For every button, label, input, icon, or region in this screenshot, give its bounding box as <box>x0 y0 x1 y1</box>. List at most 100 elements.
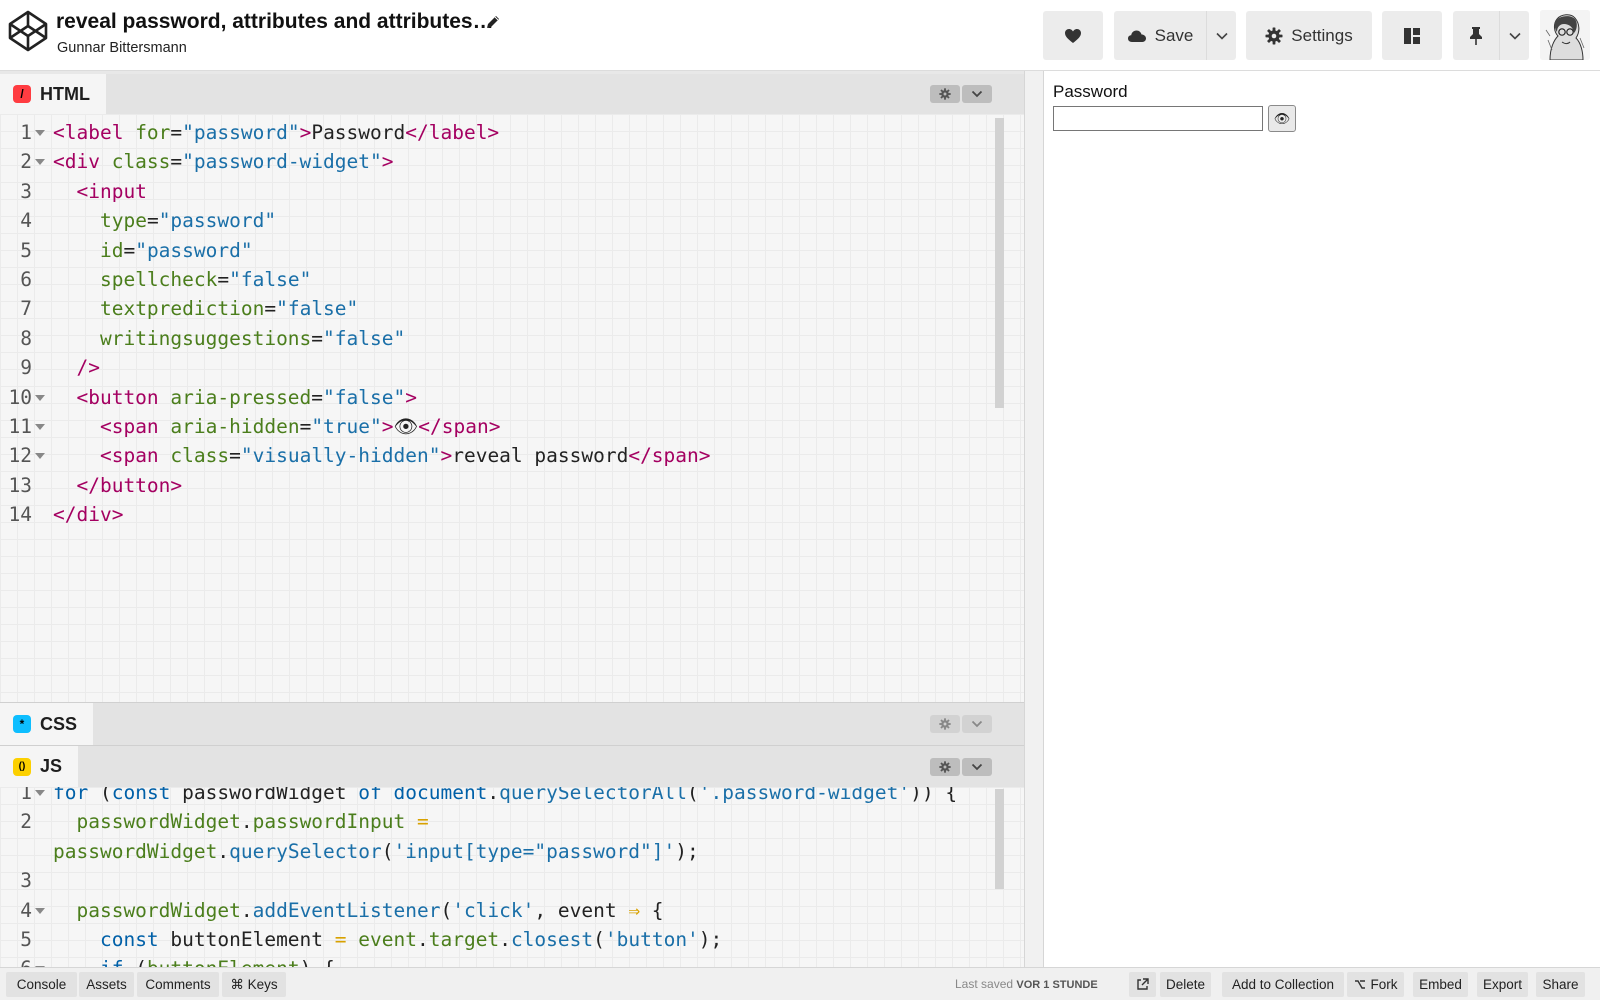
assets-button[interactable]: Assets <box>79 972 134 997</box>
code-line[interactable]: 1 <label for="password">Password</label> <box>0 118 1010 148</box>
pin-icon <box>1470 26 1482 45</box>
code-line[interactable]: 8 writingsuggestions="false" <box>0 324 1010 354</box>
eye-icon: 👁 <box>1273 111 1291 126</box>
fold-arrow-icon[interactable] <box>35 424 45 430</box>
code-line[interactable]: 12 <span class="visually-hidden">reveal … <box>0 441 1010 471</box>
code-token: . <box>240 810 253 834</box>
code-line[interactable]: passwordWidget.querySelector('input[type… <box>0 837 1010 867</box>
pen-author[interactable]: Gunnar Bittersmann <box>57 40 187 56</box>
code-line[interactable]: 5 const buttonElement = event.target.clo… <box>0 925 1010 955</box>
line-number: 10 <box>8 385 32 409</box>
add-to-collection-button[interactable]: Add to Collection <box>1222 972 1344 997</box>
fold-arrow-icon[interactable] <box>35 907 45 914</box>
fold-arrow-icon[interactable] <box>35 453 45 460</box>
line-number: 3 <box>20 179 32 203</box>
code-token: addEventListener <box>252 898 441 922</box>
html-tab[interactable]: / HTML <box>0 74 106 114</box>
code-token: querySelectorAll <box>499 787 688 804</box>
code-token: = <box>146 209 159 233</box>
code-line[interactable]: 10 <button aria-pressed="false"> <box>0 383 1010 413</box>
settings-button[interactable]: Settings <box>1246 11 1372 60</box>
html-settings-button[interactable] <box>930 85 960 103</box>
code-line[interactable]: 7 textprediction="false" <box>0 294 1010 324</box>
preview-resize-handle[interactable] <box>1024 71 1044 967</box>
code-token: target <box>428 928 500 951</box>
js-badge-icon: () <box>13 757 31 776</box>
code-line[interactable]: 5 id="password" <box>0 236 1010 266</box>
html-code-area[interactable]: 1 <label for="password">Password</label> 2… <box>0 114 1024 702</box>
fold-arrow-icon[interactable] <box>35 394 45 401</box>
code-text: if (buttonElement) { <box>53 954 335 967</box>
chevron-down-icon <box>971 763 983 770</box>
code-token: passwordWidget <box>76 898 241 922</box>
code-token: passwordWidget <box>170 787 359 804</box>
keys-button[interactable]: ⌘ Keys <box>222 972 286 997</box>
fold-arrow-icon[interactable] <box>35 130 45 136</box>
css-settings-button[interactable] <box>930 715 960 733</box>
delete-button[interactable]: Delete <box>1160 972 1211 997</box>
code-line[interactable]: 2 <div class="password-widget"> <box>0 147 1010 177</box>
preview-reveal-button[interactable]: 👁 <box>1268 105 1296 132</box>
pen-title[interactable]: reveal password, attributes and attribut… <box>56 10 494 34</box>
code-text: passwordWidget.addEventListener('click',… <box>53 896 663 926</box>
line-number: 6 <box>0 954 32 967</box>
last-saved-status: Last saved VOR 1 STUNDE <box>955 977 1098 991</box>
codepen-logo[interactable] <box>6 9 50 53</box>
last-saved-prefix: Last saved <box>955 977 1014 991</box>
user-avatar[interactable] <box>1540 10 1590 60</box>
html-collapse-button[interactable] <box>962 85 992 103</box>
like-button[interactable] <box>1043 11 1103 60</box>
js-code-area[interactable]: 1 for (const passwordWidget of document.q… <box>0 787 1024 967</box>
code-token: of <box>358 787 382 804</box>
code-token: = <box>311 385 324 409</box>
pin-button[interactable] <box>1453 11 1499 60</box>
embed-button[interactable]: Embed <box>1413 972 1468 997</box>
css-tab[interactable]: * CSS <box>0 703 94 745</box>
js-tab[interactable]: () JS <box>0 746 79 787</box>
line-number: 12 <box>8 444 32 468</box>
change-view-button[interactable] <box>1382 11 1442 60</box>
js-settings-button[interactable] <box>930 757 960 776</box>
code-line[interactable]: 6 if (buttonElement) { <box>0 954 1010 967</box>
code-line[interactable]: 2 passwordWidget.passwordInput = <box>0 807 1010 837</box>
code-token: "false" <box>229 268 312 291</box>
code-line[interactable]: 3 <input <box>0 177 1010 207</box>
code-text: <span aria-hidden="true">👁</span> <box>53 412 501 442</box>
code-token: <label <box>53 121 136 144</box>
pin-options-button[interactable] <box>1499 11 1529 60</box>
css-collapse-button[interactable] <box>962 715 992 733</box>
share-button[interactable]: Share <box>1536 972 1585 997</box>
fold-arrow-icon[interactable] <box>35 159 45 166</box>
layout-icon <box>1404 27 1420 44</box>
fold-arrow-icon[interactable] <box>35 790 45 796</box>
code-line[interactable]: 4 passwordWidget.addEventListener('click… <box>0 896 1010 926</box>
code-line[interactable]: 6 spellcheck="false" <box>0 265 1010 295</box>
cloud-icon <box>1127 30 1146 42</box>
preview-password-input[interactable] <box>1053 106 1263 131</box>
code-token: querySelector <box>229 839 382 863</box>
js-collapse-button[interactable] <box>962 757 992 776</box>
save-options-button[interactable] <box>1206 11 1236 60</box>
code-line[interactable]: 11 <span aria-hidden="true">👁</span> <box>0 412 1010 442</box>
code-token: ( <box>88 787 112 804</box>
code-line[interactable]: 14 </div> <box>0 500 1010 530</box>
code-token: ); <box>698 928 723 951</box>
pencil-icon[interactable] <box>484 13 502 31</box>
code-line[interactable]: 9 /> <box>0 353 1010 383</box>
code-token: passwordWidget <box>76 810 241 834</box>
header: reveal password, attributes and attribut… <box>0 0 1600 71</box>
console-button[interactable]: Console <box>6 972 77 997</box>
comments-button[interactable]: Comments <box>137 972 219 997</box>
code-line[interactable]: 3 <box>0 866 1010 896</box>
fork-button[interactable]: Fork <box>1347 972 1404 997</box>
code-text: spellcheck="false" <box>53 265 311 295</box>
export-button[interactable]: Export <box>1477 972 1528 997</box>
code-line[interactable]: 4 type="password" <box>0 206 1010 236</box>
open-in-new-window-button[interactable] <box>1129 972 1156 997</box>
save-button[interactable]: Save <box>1114 11 1206 60</box>
code-line[interactable]: 1 for (const passwordWidget of document.q… <box>0 787 1010 808</box>
code-token: = <box>311 326 324 350</box>
code-line[interactable]: 13 </button> <box>0 471 1010 501</box>
